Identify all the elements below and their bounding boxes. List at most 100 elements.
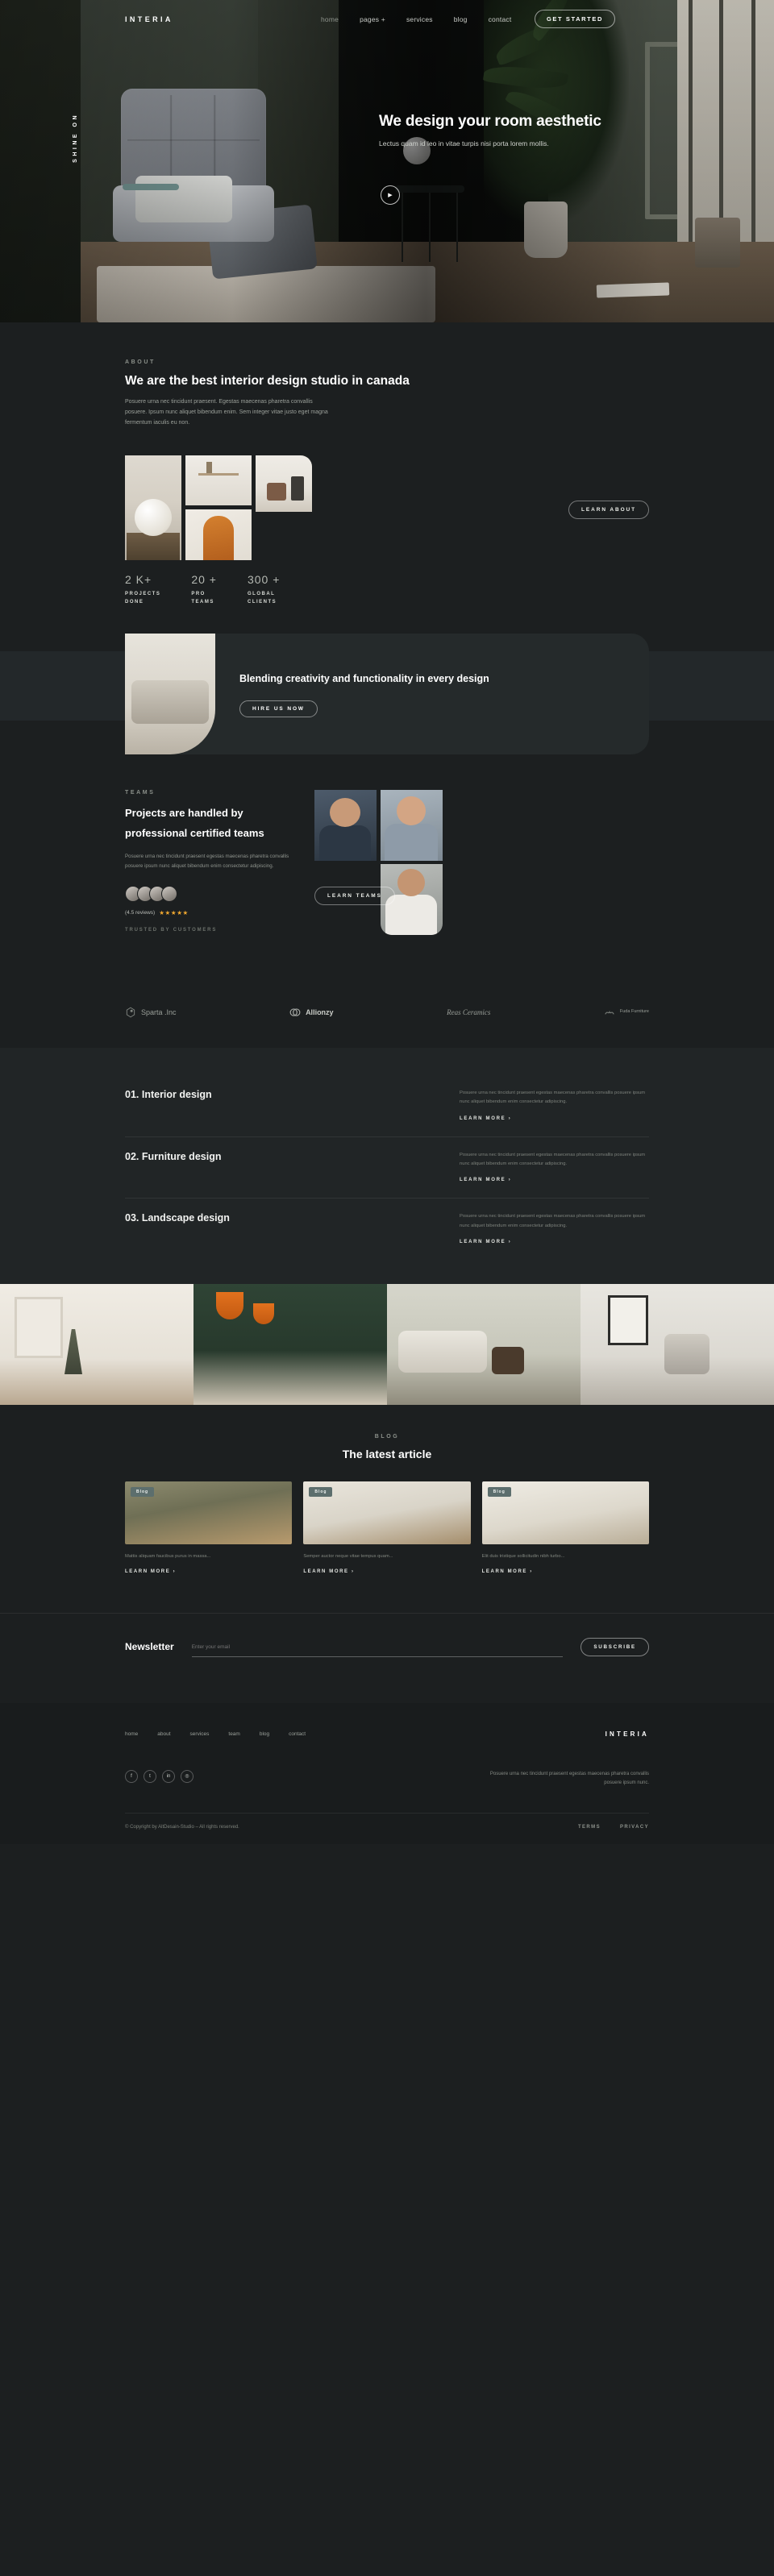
- blog-card-image: Blog: [125, 1481, 293, 1544]
- service-learn-more-label: LEARN MORE: [460, 1116, 506, 1121]
- service-row[interactable]: 01. Interior design Posuere urna nec tin…: [125, 1075, 649, 1137]
- footer-link-services[interactable]: services: [190, 1731, 210, 1737]
- learn-about-button[interactable]: LEARN ABOUT: [568, 500, 649, 519]
- service-learn-more-link[interactable]: LEARN MORE ›: [460, 1116, 649, 1121]
- service-row[interactable]: 02. Furniture design Posuere urna nec ti…: [125, 1137, 649, 1199]
- page-root: INTERIA home pages + services blog conta…: [0, 0, 774, 1844]
- blog-card-tag: Blog: [309, 1486, 333, 1497]
- gallery-image-coat: [185, 509, 252, 560]
- footer-link-contact[interactable]: contact: [289, 1731, 306, 1737]
- footer-legal-links: TERMS PRIVACY: [578, 1825, 649, 1830]
- stat-label: GLOBAL CLIENTS: [247, 591, 277, 605]
- learn-teams-button[interactable]: LEARN TEAMS: [314, 887, 395, 906]
- blog-card-learn-more-label: LEARN MORE: [125, 1568, 171, 1574]
- brand-reas-ceramics: Reas Ceramics: [447, 1008, 490, 1016]
- stat-item: 20 + PRO TEAMS: [191, 573, 217, 606]
- nav-item-blog[interactable]: blog: [454, 15, 468, 23]
- avatar: [161, 885, 177, 902]
- service-row[interactable]: 03. Landscape design Posuere urna nec ti…: [125, 1199, 649, 1260]
- terms-link[interactable]: TERMS: [578, 1825, 601, 1830]
- blog-cards: Blog Mattis aliquam faucibus purus in ma…: [125, 1481, 649, 1574]
- hero-side-label: SHINE ON: [73, 113, 78, 163]
- brand-fuda: Fuda Furniture: [604, 1007, 649, 1018]
- blog-title: The latest article: [342, 1447, 432, 1460]
- project-image-1[interactable]: [0, 1283, 194, 1405]
- footer-top: home about services team blog contact IN…: [125, 1730, 649, 1738]
- stat-value: 300 +: [247, 572, 281, 586]
- subscribe-button[interactable]: SUBSCRIBE: [580, 1637, 649, 1656]
- stat-value: 2 K+: [125, 572, 152, 586]
- nav-item-services[interactable]: services: [406, 15, 433, 23]
- blog-card-excerpt: Mattis aliquam faucibus purus in massa..…: [125, 1553, 211, 1559]
- service-title: 02. Furniture design: [125, 1150, 222, 1162]
- gallery-image-shelf: [185, 455, 252, 505]
- cta-banner-section: Blending creativity and functionality in…: [0, 634, 774, 755]
- teams-paragraph: Posuere urna nec tincidunt praesent eges…: [125, 853, 289, 869]
- newsletter-field[interactable]: [191, 1638, 564, 1658]
- nav-item-pages[interactable]: pages +: [360, 15, 385, 23]
- brand-label: Fuda Furniture: [619, 1009, 649, 1015]
- team-photo-2: [381, 790, 443, 862]
- play-icon[interactable]: ▶: [381, 185, 400, 205]
- about-paragraph: Posuere urna nec tincidunt praesent. Ege…: [125, 399, 328, 426]
- instagram-icon[interactable]: ◎: [181, 1769, 194, 1783]
- logo-interia[interactable]: INTERIA: [125, 15, 173, 23]
- twitter-icon[interactable]: t: [144, 1769, 156, 1783]
- fuda-logo-icon: [605, 1010, 614, 1015]
- footer-link-team[interactable]: team: [228, 1731, 239, 1737]
- stat-item: 300 + GLOBAL CLIENTS: [248, 573, 280, 606]
- blog-card-excerpt: Semper auctor neque vitae tempus quam...: [303, 1553, 393, 1559]
- email-input[interactable]: [191, 1644, 564, 1651]
- stat-label: PRO TEAMS: [191, 591, 214, 605]
- blog-card-learn-more[interactable]: LEARN MORE ›: [125, 1569, 292, 1574]
- facebook-icon[interactable]: f: [125, 1769, 138, 1783]
- nav-item-home[interactable]: home: [321, 15, 339, 23]
- nav-item-contact[interactable]: contact: [489, 15, 512, 23]
- blog-card-learn-more[interactable]: LEARN MORE ›: [303, 1569, 470, 1574]
- privacy-link[interactable]: PRIVACY: [620, 1825, 649, 1830]
- hero-title: We design your room aesthetic: [379, 113, 601, 130]
- footer-logo-interia: INTERIA: [605, 1730, 649, 1738]
- blog-section: BLOG The latest article Blog Mattis aliq…: [0, 1405, 774, 1574]
- blog-card-learn-more[interactable]: LEARN MORE ›: [482, 1569, 649, 1574]
- gallery-image-lamp: [125, 455, 181, 560]
- gallery-image-room: [256, 455, 312, 512]
- linkedin-icon[interactable]: in: [162, 1769, 175, 1783]
- nav-links: home pages + services blog contact: [321, 15, 511, 23]
- blog-card-tag: Blog: [487, 1486, 511, 1497]
- brand-logos: Sparta .Inc Allionzy Reas Ceramics Fuda …: [0, 995, 774, 1030]
- main-navigation: INTERIA home pages + services blog conta…: [0, 0, 774, 42]
- footer: home about services team blog contact IN…: [0, 1702, 774, 1844]
- service-title: 01. Interior design: [125, 1089, 212, 1101]
- footer-link-about[interactable]: about: [157, 1731, 170, 1737]
- allionzy-logo-icon: [289, 1008, 301, 1016]
- blog-card-image: Blog: [481, 1481, 649, 1544]
- blog-card-tag: Blog: [131, 1486, 155, 1497]
- project-image-2[interactable]: [194, 1283, 387, 1405]
- blog-card[interactable]: Blog Elit duis tristique sollicitudin ni…: [481, 1481, 649, 1574]
- get-started-button[interactable]: GET STARTED: [535, 10, 615, 28]
- footer-link-blog[interactable]: blog: [260, 1731, 269, 1737]
- service-learn-more-label: LEARN MORE: [460, 1239, 506, 1244]
- newsletter-title: Newsletter: [125, 1641, 174, 1653]
- teams-title: Projects are handled by professional cer…: [125, 807, 264, 839]
- hero-subtitle: Lectus quam id leo in vitae turpis nisi …: [379, 139, 549, 147]
- service-learn-more-link[interactable]: LEARN MORE ›: [460, 1178, 649, 1182]
- blog-card[interactable]: Blog Mattis aliquam faucibus purus in ma…: [125, 1481, 293, 1574]
- hire-us-now-button[interactable]: HIRE US NOW: [239, 700, 318, 717]
- project-image-4[interactable]: [580, 1283, 774, 1405]
- about-section: ABOUT We are the best interior design st…: [0, 322, 774, 606]
- services-section: 01. Interior design Posuere urna nec tin…: [0, 1048, 774, 1284]
- brand-label: Sparta .Inc: [141, 1008, 177, 1017]
- blog-card-learn-more-label: LEARN MORE: [303, 1568, 349, 1574]
- hero-section: INTERIA home pages + services blog conta…: [0, 0, 774, 322]
- service-learn-more-label: LEARN MORE: [460, 1178, 506, 1183]
- banner-title: Blending creativity and functionality in…: [239, 673, 489, 685]
- service-learn-more-link[interactable]: LEARN MORE ›: [460, 1240, 649, 1244]
- blog-card[interactable]: Blog Semper auctor neque vitae tempus qu…: [303, 1481, 471, 1574]
- social-links: f t in ◎: [125, 1769, 194, 1783]
- footer-link-home[interactable]: home: [125, 1731, 138, 1737]
- hero-copy: We design your room aesthetic Lectus qua…: [379, 113, 718, 147]
- teams-section: TEAMS Projects are handled by profession…: [0, 790, 774, 975]
- project-image-3[interactable]: [387, 1283, 580, 1405]
